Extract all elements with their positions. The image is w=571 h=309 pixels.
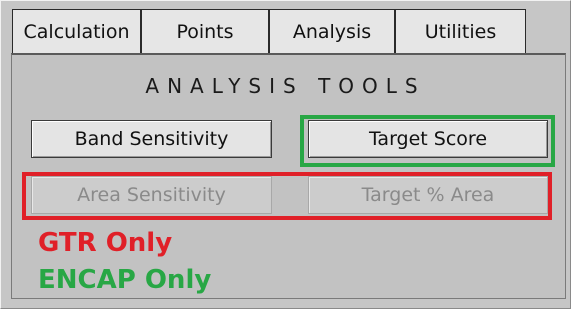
tab-calculation[interactable]: Calculation bbox=[12, 9, 141, 53]
gtr-highlight-box bbox=[22, 172, 552, 220]
section-title: ANALYSIS TOOLS bbox=[145, 74, 426, 98]
tab-utilities[interactable]: Utilities bbox=[395, 9, 526, 53]
tab-points[interactable]: Points bbox=[141, 9, 269, 53]
encap-highlight-box bbox=[300, 115, 555, 167]
tab-analysis[interactable]: Analysis bbox=[269, 9, 395, 53]
gtr-only-label: GTR Only bbox=[38, 228, 173, 258]
band-sensitivity-button[interactable]: Band Sensitivity bbox=[31, 120, 272, 158]
encap-only-label: ENCAP Only bbox=[38, 265, 212, 295]
